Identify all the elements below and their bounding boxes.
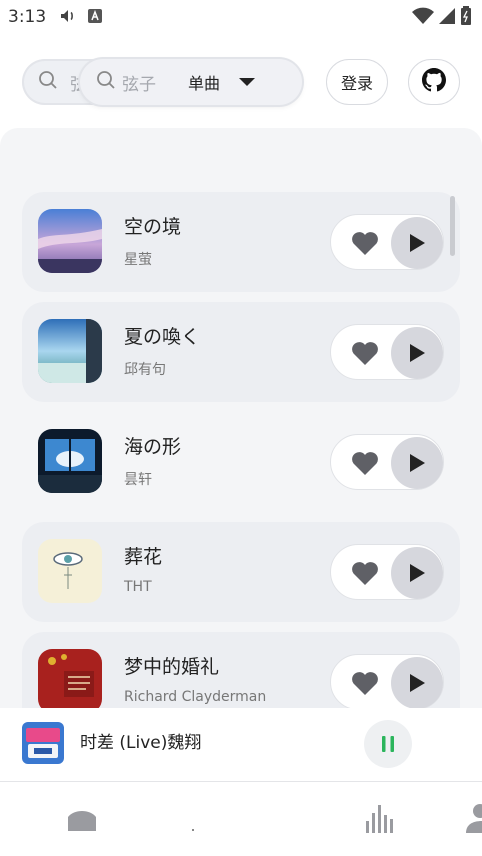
heart-icon[interactable] (351, 340, 379, 366)
list-item[interactable]: 葬花 THT (22, 522, 460, 622)
status-bar: 3:13 (0, 0, 482, 34)
song-artist: 邱有句 (124, 362, 166, 378)
home-icon[interactable] (66, 805, 98, 837)
pause-button[interactable] (364, 720, 412, 768)
album-cover (38, 319, 102, 383)
github-button[interactable] (408, 59, 460, 105)
album-cover (38, 209, 102, 273)
list-scrollbar[interactable] (450, 196, 455, 256)
volume-icon (60, 8, 76, 27)
play-button[interactable] (391, 327, 443, 379)
song-title: 梦中的婚礼 (124, 656, 220, 678)
song-actions (330, 434, 444, 490)
github-icon (422, 68, 446, 96)
now-playing-title: 时差 (Live)魏翔 (80, 733, 202, 753)
song-title: 葬花 (124, 546, 163, 568)
play-icon (410, 564, 425, 582)
now-playing-cover (22, 722, 64, 764)
song-title: 海の形 (124, 436, 182, 458)
song-actions (330, 544, 444, 600)
heart-icon[interactable] (351, 450, 379, 476)
list-item[interactable]: 梦中的婚礼 Richard Clayderman (22, 632, 460, 708)
play-button[interactable] (391, 217, 443, 269)
song-actions (330, 324, 444, 380)
search-header: 弦 弦子 单曲 登录 (0, 56, 482, 108)
album-cover (38, 429, 102, 493)
play-button[interactable] (391, 657, 443, 708)
search-icon (38, 70, 58, 94)
search-placeholder: 弦子 (122, 74, 156, 95)
wifi-icon (412, 7, 434, 29)
status-time: 3:13 (8, 7, 47, 27)
battery-icon (460, 6, 472, 30)
song-title: 空の境 (124, 216, 182, 238)
search-type-select[interactable]: 单曲 (188, 70, 220, 94)
list-item[interactable]: 空の境 星萤 (22, 192, 460, 292)
play-icon (410, 234, 425, 252)
play-button[interactable] (391, 437, 443, 489)
album-cover (38, 649, 102, 708)
chart-icon[interactable] (364, 803, 396, 837)
heart-icon[interactable] (351, 670, 379, 696)
song-artist: Richard Clayderman (124, 689, 267, 705)
caret-down-icon[interactable] (238, 77, 256, 87)
pause-icon (382, 736, 394, 752)
song-artist: 星萤 (124, 252, 152, 268)
play-icon (410, 674, 425, 692)
list-item[interactable]: 夏の喚く 邱有句 (22, 302, 460, 402)
search-input[interactable]: 弦子 单曲 (80, 59, 302, 105)
list-item[interactable]: 海の形 昙轩 (22, 412, 460, 512)
login-button[interactable]: 登录 (326, 59, 388, 105)
bottom-nav (0, 783, 482, 856)
heart-icon[interactable] (351, 230, 379, 256)
now-playing-bar[interactable]: 时差 (Live)魏翔 (0, 708, 482, 782)
play-icon (410, 454, 425, 472)
song-artist: THT (124, 579, 152, 595)
song-actions (330, 654, 444, 708)
heart-icon[interactable] (351, 560, 379, 586)
song-list[interactable]: 空の境 星萤 夏の喚く 邱有句 海の形 昙轩 葬花 THT 梦中的婚礼 Rich… (0, 128, 482, 708)
album-cover (38, 539, 102, 603)
play-button[interactable] (391, 547, 443, 599)
song-title: 夏の喚く (124, 326, 201, 348)
notification-a-icon (88, 8, 103, 27)
song-actions (330, 214, 444, 270)
play-icon (410, 344, 425, 362)
signal-icon (438, 7, 456, 29)
search-icon (96, 70, 116, 94)
nav-indicator-dot (192, 829, 194, 831)
song-artist: 昙轩 (124, 472, 152, 488)
user-icon[interactable] (466, 803, 482, 839)
